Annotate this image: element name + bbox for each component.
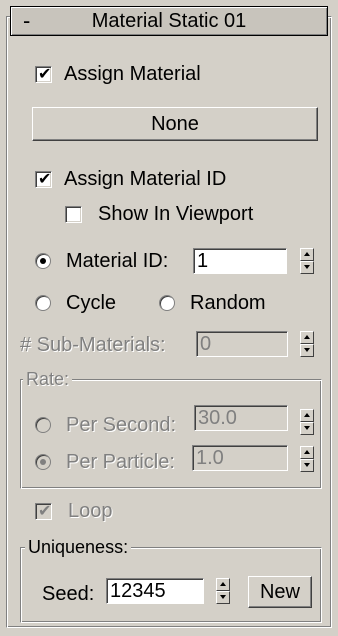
sub-materials-spinner[interactable] [300, 331, 314, 357]
material-id-field[interactable]: 1 [193, 248, 287, 274]
spinner-down-icon[interactable] [300, 344, 314, 357]
per-second-label: Per Second: [66, 414, 177, 436]
seed-field[interactable]: 12345 [106, 578, 204, 604]
per-particle-field[interactable]: 1.0 [192, 445, 288, 471]
loop-checkbox[interactable]: ✔ [35, 501, 52, 520]
spinner-up-icon[interactable] [300, 331, 314, 344]
radio-dot-icon [40, 459, 46, 465]
spinner-up-icon[interactable] [300, 409, 314, 422]
seed-label: Seed: [42, 583, 95, 605]
spinner-down-icon[interactable] [300, 261, 314, 274]
spinner-up-icon[interactable] [300, 248, 314, 261]
rollout-header[interactable]: - Material Static 01 [10, 6, 328, 36]
show-in-viewport-label: Show In Viewport [98, 203, 254, 225]
assign-material-id-checkbox[interactable]: ✔ [35, 169, 52, 188]
seed-spinner[interactable] [216, 578, 230, 604]
uniqueness-group-label: Uniqueness: [25, 537, 132, 557]
assign-material-checkbox[interactable]: ✔ [35, 64, 52, 83]
show-in-viewport-checkbox[interactable] [65, 206, 82, 223]
material-id-label: Material ID: [66, 250, 169, 272]
checkmark-icon: ✔ [38, 64, 52, 83]
assign-material-id-label: Assign Material ID [64, 168, 227, 190]
sub-materials-label: # Sub-Materials: [20, 334, 166, 356]
assign-material-label: Assign Material [64, 63, 201, 85]
random-radio[interactable] [159, 295, 175, 311]
material-static-panel: - Material Static 01 ✔ Assign Material N… [0, 0, 338, 636]
per-particle-radio[interactable] [35, 454, 51, 470]
per-particle-label: Per Particle: [66, 451, 175, 473]
spinner-down-icon[interactable] [216, 591, 230, 604]
spinner-down-icon[interactable] [300, 422, 314, 435]
rate-group-label: Rate: [23, 369, 73, 389]
spinner-up-icon[interactable] [216, 578, 230, 591]
random-label: Random [190, 292, 266, 314]
new-seed-button[interactable]: New [248, 576, 312, 608]
rollout-title: Material Static 01 [91, 10, 247, 32]
per-particle-spinner[interactable] [300, 446, 314, 472]
sub-materials-field[interactable]: 0 [196, 331, 288, 357]
per-second-spinner[interactable] [300, 409, 314, 435]
cycle-label: Cycle [66, 292, 117, 314]
loop-label: Loop [68, 500, 113, 522]
material-select-button[interactable]: None [32, 107, 318, 141]
checkmark-icon: ✔ [38, 169, 52, 188]
spinner-up-icon[interactable] [300, 446, 314, 459]
cycle-radio[interactable] [35, 295, 51, 311]
radio-dot-icon [40, 258, 46, 264]
material-id-radio[interactable] [35, 253, 51, 269]
material-id-spinner[interactable] [300, 248, 314, 274]
per-second-radio[interactable] [35, 417, 51, 433]
per-second-field[interactable]: 30.0 [194, 405, 288, 431]
spinner-down-icon[interactable] [300, 459, 314, 472]
checkmark-icon: ✔ [38, 501, 52, 520]
